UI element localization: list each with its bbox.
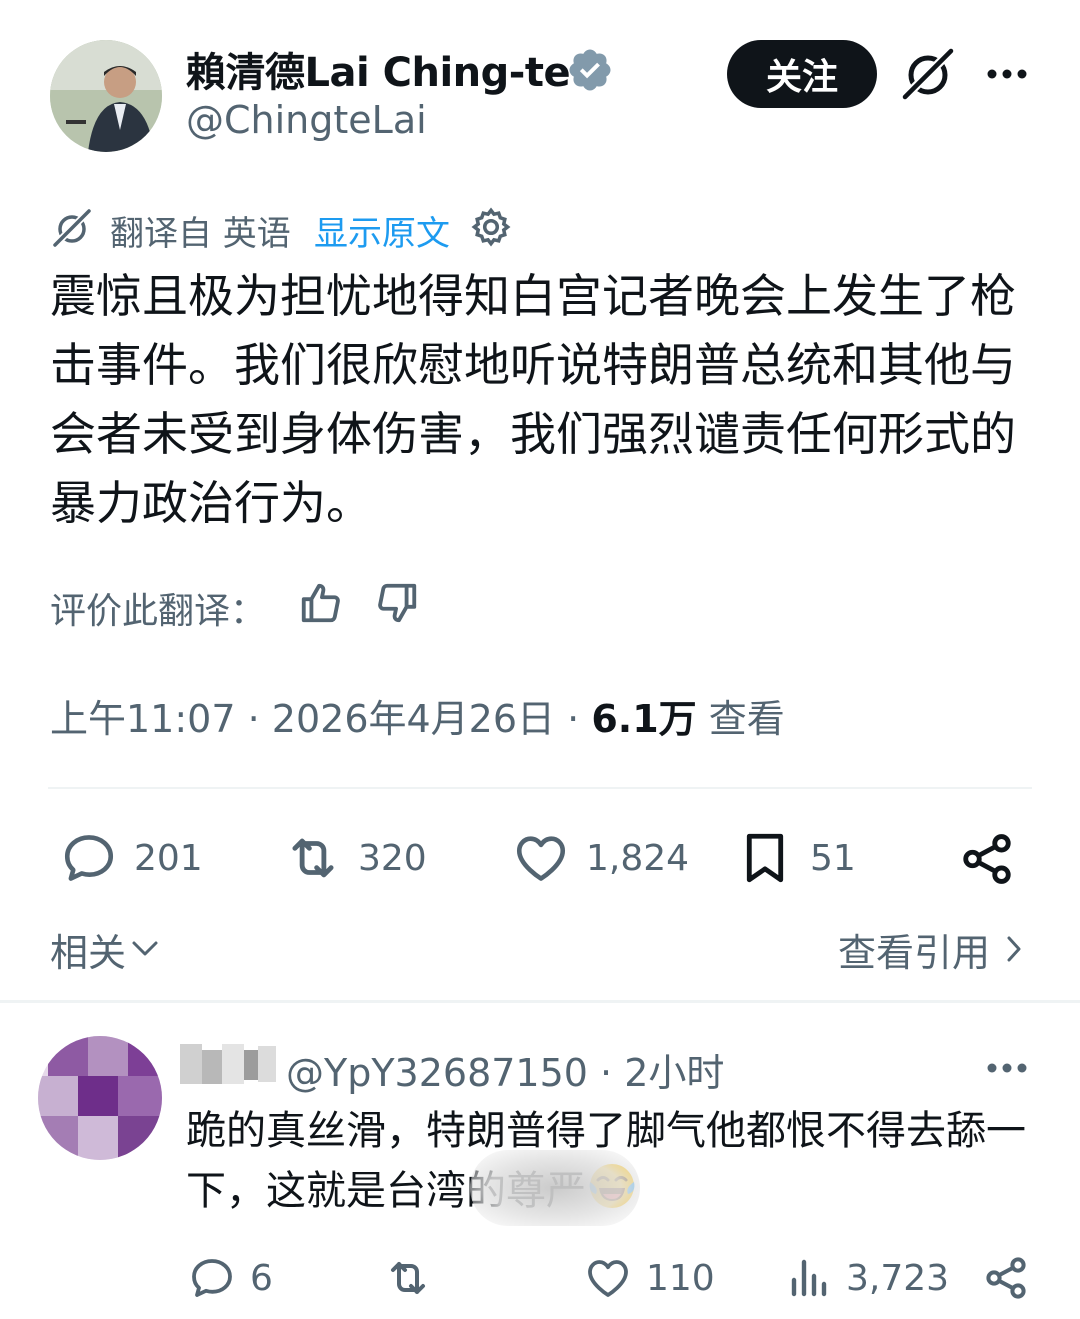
divider [48,787,1032,789]
translate-icon [53,209,91,247]
reply-icon [64,835,114,881]
chevron-right-icon[interactable] [1004,934,1024,964]
more-icon[interactable] [982,1050,1032,1086]
bookmark-button[interactable]: 51 [736,828,856,888]
bookmark-icon [746,833,784,883]
reply-repost-button[interactable] [384,1252,432,1304]
thumbs-up-icon[interactable] [298,580,344,626]
tweet-date[interactable]: 2026年4月26日 [272,697,555,741]
view-quotes-link[interactable]: 查看引用 [838,922,990,977]
author-avatar[interactable] [50,40,162,152]
author-name[interactable]: 賴清德Lai Ching-te [186,40,571,98]
show-original-link[interactable]: 显示原文 [314,206,450,255]
thumbs-down-icon[interactable] [374,580,420,626]
grok-icon[interactable] [898,44,958,104]
reply-like-button[interactable]: 110 [584,1252,715,1304]
heart-icon [588,1260,628,1297]
section-separator [0,1000,1080,1003]
reply-count: 201 [134,837,203,879]
share-icon[interactable] [982,1254,1030,1302]
repost-count: 320 [358,837,427,879]
more-icon[interactable] [982,54,1032,94]
rate-translation-label: 评价此翻译： [50,591,267,632]
chevron-down-icon[interactable] [130,936,160,960]
tweet-meta: 上午11:07 · 2026年4月26日 · 6.1万 查看 [50,688,785,743]
reply-author-name-blurred[interactable] [180,1036,280,1092]
views-label: 查看 [708,697,785,741]
views-icon [791,1259,827,1297]
meta-separator: · [567,697,580,741]
reply-icon [192,1259,232,1297]
share-icon[interactable] [958,830,1016,888]
translation-note: 翻译自 英语 [110,214,291,254]
reply-avatar[interactable] [38,1036,162,1160]
reply-handle-time[interactable]: @YpY32687150 · 2小时 [286,1042,724,1097]
reply-button[interactable]: 201 [60,828,203,888]
repost-button[interactable]: 320 [284,828,427,888]
blur-overlay [470,1150,640,1226]
reply-reply-button[interactable]: 6 [188,1252,273,1304]
like-count: 1,824 [586,837,690,879]
heart-icon [516,836,566,881]
repost-icon [292,838,334,878]
tweet-time: 上午11:07 [50,697,236,741]
meta-separator: · [247,697,260,741]
follow-button[interactable]: 关注 [727,40,877,108]
like-button[interactable]: 1,824 [512,828,689,888]
bookmark-count: 51 [810,837,856,879]
verified-badge-icon [569,49,611,91]
repost-icon [391,1262,425,1294]
gear-icon[interactable] [470,206,512,248]
reply-reply-count: 6 [250,1257,273,1299]
related-toggle[interactable]: 相关 [50,922,126,977]
tweet-text: 震惊且极为担忧地得知白宫记者晚会上发生了枪击事件。我们很欣慰地听说特朗普总统和其… [50,269,1016,530]
views-count: 6.1万 [591,697,697,741]
reply-views-button[interactable]: 3,723 [784,1252,949,1304]
author-handle[interactable]: @ChingteLai [186,98,427,142]
reply-views-count: 3,723 [846,1257,950,1299]
reply-like-count: 110 [646,1257,715,1299]
